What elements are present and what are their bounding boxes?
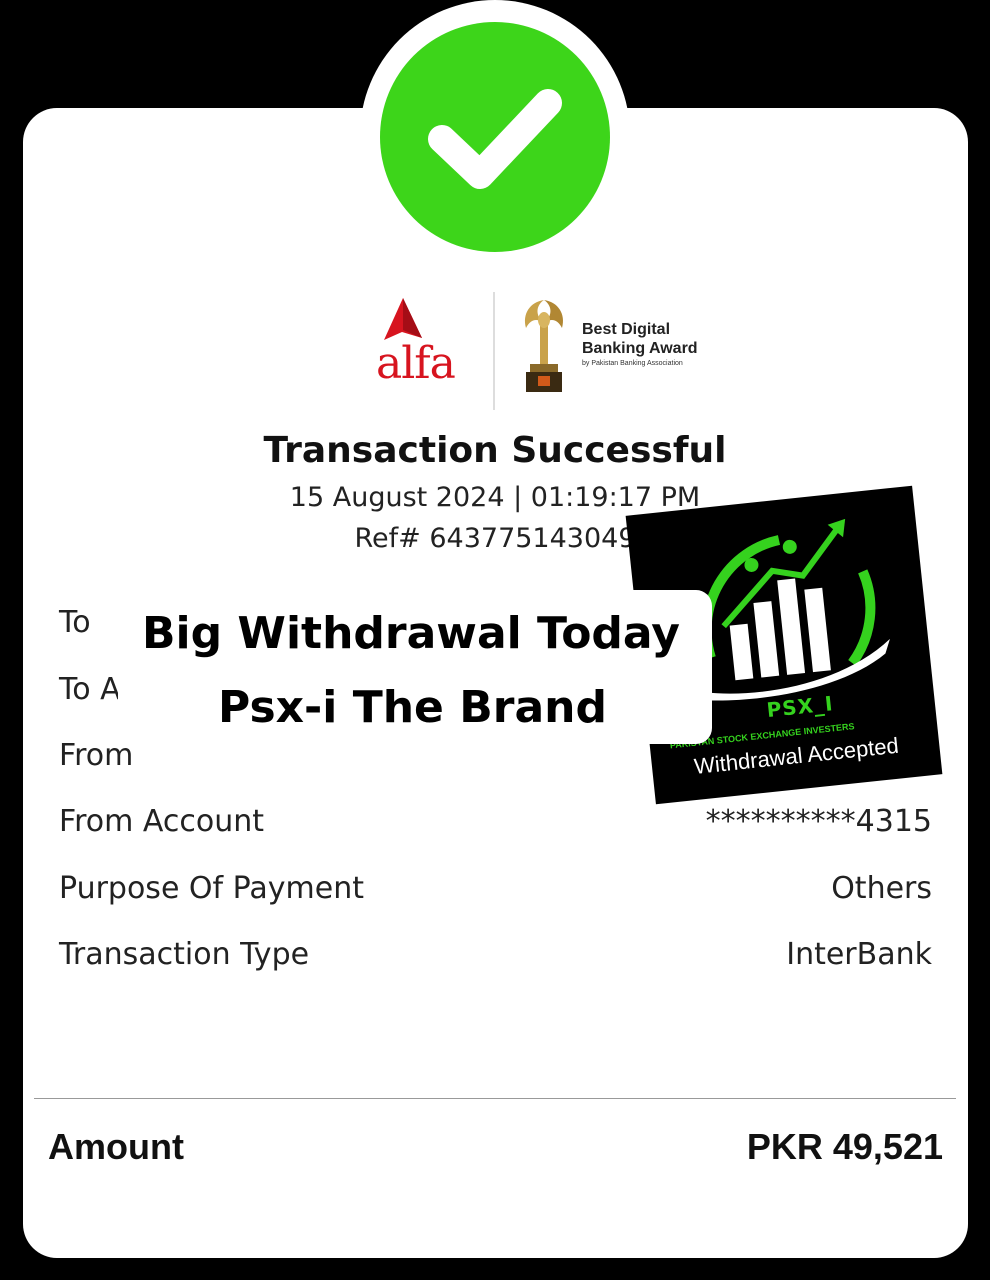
overlay-headline: Big Withdrawal Today: [142, 608, 680, 659]
detail-value-transaction-type: InterBank: [786, 937, 932, 972]
detail-value-purpose: Others: [831, 871, 932, 906]
overlay-banner: Big Withdrawal Today Psx-i The Brand: [118, 590, 712, 744]
amount-label: Amount: [48, 1126, 184, 1167]
detail-label-from: From: [59, 738, 134, 773]
overlay-subheadline: Psx-i The Brand: [218, 682, 607, 733]
award-subtitle: by Pakistan Banking Association: [582, 360, 683, 367]
detail-label-to-account: To A: [59, 672, 121, 707]
alfa-logo-text: alfa: [376, 338, 456, 389]
brand-logos: alfa Best Digital Banking Award by Pakis…: [370, 290, 710, 410]
trophy-icon: [524, 300, 564, 392]
logo-divider: [493, 292, 495, 410]
amount-divider: [34, 1098, 956, 1099]
detail-label-transaction-type: Transaction Type: [59, 937, 310, 972]
success-checkmark-icon: [380, 22, 610, 252]
amount-value: PKR 49,521: [746, 1126, 943, 1167]
detail-label-purpose: Purpose Of Payment: [59, 871, 364, 906]
status-title: Transaction Successful: [263, 430, 727, 471]
detail-label-from-account: From Account: [59, 804, 264, 839]
detail-value-from-account: **********4315: [705, 804, 932, 839]
detail-label-to: To: [59, 605, 91, 640]
award-title: Best Digital Banking Award: [582, 321, 698, 357]
